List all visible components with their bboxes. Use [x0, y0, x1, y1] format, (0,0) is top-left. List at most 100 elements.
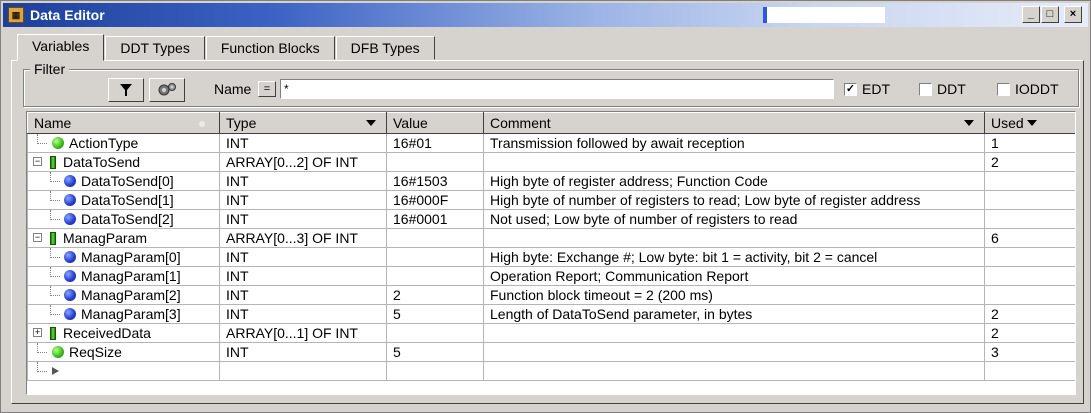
tab-ddt-types[interactable]: DDT Types: [105, 36, 205, 60]
collapse-icon[interactable]: −: [33, 233, 42, 242]
value-cell[interactable]: 5: [386, 342, 484, 362]
value-cell[interactable]: 5: [386, 304, 484, 324]
type-cell[interactable]: INT: [219, 285, 387, 305]
comment-cell[interactable]: High byte of number of registers to read…: [483, 190, 985, 210]
column-header-type[interactable]: Type: [219, 112, 387, 134]
maximize-button[interactable]: □: [1041, 6, 1059, 23]
value-cell[interactable]: [386, 323, 484, 343]
table-row[interactable]: − ManagParam ARRAY[0...3] OF INT 6: [27, 228, 1075, 248]
name-cell[interactable]: ManagParam[1]: [27, 266, 220, 286]
type-cell[interactable]: INT: [219, 171, 387, 191]
name-cell[interactable]: + ReceivedData: [27, 323, 220, 343]
name-operator-button[interactable]: =: [258, 81, 276, 97]
type-cell[interactable]: INT: [219, 304, 387, 324]
used-cell[interactable]: [984, 171, 1075, 191]
value-cell[interactable]: [386, 228, 484, 248]
type-cell[interactable]: INT: [219, 209, 387, 229]
expand-icon[interactable]: +: [33, 328, 42, 337]
comment-cell[interactable]: High byte of register address; Function …: [483, 171, 985, 191]
collapse-icon[interactable]: −: [33, 157, 42, 166]
value-cell[interactable]: 16#1503: [386, 171, 484, 191]
filter-settings-button[interactable]: [149, 78, 185, 102]
comment-cell[interactable]: Transmission followed by await reception: [483, 133, 985, 153]
type-cell[interactable]: ARRAY[0...2] OF INT: [219, 152, 387, 172]
title-bar[interactable]: ▦ Data Editor _ □ ×: [3, 3, 1088, 27]
table-row[interactable]: − DataToSend ARRAY[0...2] OF INT 2: [27, 152, 1075, 172]
comment-filter-dropdown-icon[interactable]: [964, 120, 974, 126]
type-cell[interactable]: INT: [219, 266, 387, 286]
tab-dfb-types[interactable]: DFB Types: [335, 36, 435, 60]
used-cell[interactable]: 2: [984, 323, 1075, 343]
name-cell[interactable]: ManagParam[2]: [27, 285, 220, 305]
name-cell[interactable]: DataToSend[2]: [27, 209, 220, 229]
table-row[interactable]: DataToSend[2] INT 16#0001 Not used; Low byt…: [27, 209, 1075, 229]
table-row[interactable]: ManagParam[3] INT 5 Length of DataToSend pa…: [27, 304, 1075, 324]
name-cell[interactable]: − DataToSend: [27, 152, 220, 172]
ddt-checkbox-box[interactable]: [919, 82, 932, 96]
value-cell[interactable]: 16#0001: [386, 209, 484, 229]
value-cell[interactable]: 16#01: [386, 133, 484, 153]
comment-cell[interactable]: Not used; Low byte of number of register…: [483, 209, 985, 229]
ioddt-checkbox[interactable]: IODDT: [997, 81, 1059, 97]
ioddt-checkbox-box[interactable]: [997, 82, 1010, 96]
name-cell[interactable]: ManagParam[3]: [27, 304, 220, 324]
used-cell[interactable]: [984, 190, 1075, 210]
table-row[interactable]: ReqSize INT 5 3: [27, 342, 1075, 362]
comment-cell[interactable]: [483, 361, 985, 381]
tab-function-blocks[interactable]: Function Blocks: [205, 36, 335, 60]
table-row[interactable]: ActionType INT 16#01 Transmission followed …: [27, 133, 1075, 153]
name-cell[interactable]: − ManagParam: [27, 228, 220, 248]
name-cell[interactable]: ManagParam[0]: [27, 247, 220, 267]
comment-cell[interactable]: Length of DataToSend parameter, in bytes: [483, 304, 985, 324]
used-cell[interactable]: [984, 247, 1075, 267]
used-cell[interactable]: [984, 285, 1075, 305]
column-header-value[interactable]: Value: [386, 112, 484, 134]
name-cell[interactable]: DataToSend[0]: [27, 171, 220, 191]
used-cell[interactable]: 6: [984, 228, 1075, 248]
type-cell[interactable]: INT: [219, 133, 387, 153]
name-cell[interactable]: DataToSend[1]: [27, 190, 220, 210]
tab-variables[interactable]: Variables: [17, 34, 105, 61]
type-cell[interactable]: INT: [219, 190, 387, 210]
table-row[interactable]: ManagParam[1] INT Operation Report; Commun…: [27, 266, 1075, 286]
column-header-used[interactable]: Used: [984, 112, 1075, 134]
comment-cell[interactable]: [483, 342, 985, 362]
comment-cell[interactable]: [483, 228, 985, 248]
column-header-comment[interactable]: Comment: [483, 112, 985, 134]
used-sort-icon[interactable]: [1027, 120, 1037, 126]
value-cell[interactable]: 16#000F: [386, 190, 484, 210]
filter-button[interactable]: [108, 78, 144, 102]
edt-checkbox-box[interactable]: ✓: [844, 82, 857, 96]
name-filter-input[interactable]: [280, 79, 834, 99]
used-cell[interactable]: 2: [984, 152, 1075, 172]
used-cell[interactable]: 2: [984, 304, 1075, 324]
comment-cell[interactable]: Function block timeout = 2 (200 ms): [483, 285, 985, 305]
type-filter-dropdown-icon[interactable]: [366, 120, 376, 126]
used-cell[interactable]: [984, 209, 1075, 229]
table-row[interactable]: [27, 361, 1075, 381]
used-cell[interactable]: [984, 266, 1075, 286]
value-cell[interactable]: [386, 152, 484, 172]
comment-cell[interactable]: [483, 323, 985, 343]
table-row[interactable]: + ReceivedData ARRAY[0...1] OF INT 2: [27, 323, 1075, 343]
used-cell[interactable]: [984, 361, 1075, 381]
comment-cell[interactable]: High byte: Exchange #; Low byte: bit 1 =…: [483, 247, 985, 267]
comment-cell[interactable]: Operation Report; Communication Report: [483, 266, 985, 286]
value-cell[interactable]: [386, 247, 484, 267]
name-cell[interactable]: ReqSize: [27, 342, 220, 362]
column-header-name[interactable]: Name: [27, 112, 220, 134]
value-cell[interactable]: 2: [386, 285, 484, 305]
edt-checkbox[interactable]: ✓ EDT: [844, 81, 890, 97]
type-cell[interactable]: INT: [219, 247, 387, 267]
minimize-button[interactable]: _: [1022, 6, 1040, 23]
table-row[interactable]: DataToSend[0] INT 16#1503 High byte of regi…: [27, 171, 1075, 191]
comment-cell[interactable]: [483, 152, 985, 172]
name-cell[interactable]: [27, 361, 220, 381]
ddt-checkbox[interactable]: DDT: [919, 81, 966, 97]
table-row[interactable]: ManagParam[2] INT 2 Function block timeout …: [27, 285, 1075, 305]
value-cell[interactable]: [386, 361, 484, 381]
table-row[interactable]: ManagParam[0] INT High byte: Exchange #; L…: [27, 247, 1075, 267]
table-row[interactable]: DataToSend[1] INT 16#000F High byte of numb…: [27, 190, 1075, 210]
close-button[interactable]: ×: [1064, 6, 1082, 23]
used-cell[interactable]: 1: [984, 133, 1075, 153]
